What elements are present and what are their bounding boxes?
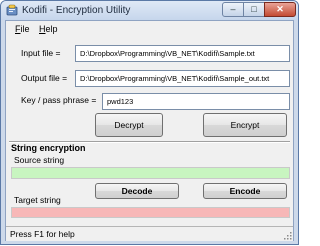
menu-help-label: elp [45, 24, 58, 34]
app-icon [6, 4, 18, 16]
target-string-field[interactable] [11, 207, 290, 218]
menu-file[interactable]: File [15, 24, 30, 34]
maximize-button[interactable]: □ [243, 2, 265, 17]
key-label: Key / pass phrase = [21, 95, 97, 105]
menu-bar: File Help [6, 21, 293, 38]
output-file-label: Output file = [21, 73, 68, 83]
input-file-label: Input file = [21, 48, 61, 58]
target-string-label: Target string [14, 195, 61, 205]
decrypt-button[interactable]: Decrypt [95, 113, 163, 137]
close-icon: ✕ [276, 4, 284, 14]
minimize-icon: – [230, 4, 236, 14]
size-grip-icon[interactable] [283, 231, 292, 240]
client-area: File Help Input file = D:\Dropbox\Progra… [5, 20, 294, 241]
input-file-field[interactable]: D:\Dropbox\Programming\VB_NET\Kodifi\Sam… [75, 45, 290, 62]
encrypt-button[interactable]: Encrypt [203, 113, 287, 137]
output-file-field[interactable]: D:\Dropbox\Programming\VB_NET\Kodifi\Sam… [75, 70, 290, 87]
menu-file-label: ile [20, 24, 30, 34]
title-bar[interactable]: Kodifi - Encryption Utility – □ ✕ [1, 1, 298, 20]
source-string-field[interactable] [11, 167, 290, 179]
maximize-icon: □ [251, 4, 257, 14]
status-bar: Press F1 for help [6, 226, 293, 241]
key-field[interactable]: pwd123 [102, 93, 290, 110]
encode-button[interactable]: Encode [203, 183, 287, 199]
menu-help[interactable]: Help [39, 24, 58, 34]
status-text: Press F1 for help [10, 229, 75, 239]
minimize-button[interactable]: – [222, 2, 244, 17]
decode-button[interactable]: Decode [95, 183, 179, 199]
string-encryption-heading: String encryption [11, 143, 86, 153]
source-string-label: Source string [14, 155, 65, 165]
app-window: Kodifi - Encryption Utility – □ ✕ File H… [0, 0, 299, 245]
window-title: Kodifi - Encryption Utility [22, 5, 131, 16]
close-button[interactable]: ✕ [264, 2, 296, 17]
